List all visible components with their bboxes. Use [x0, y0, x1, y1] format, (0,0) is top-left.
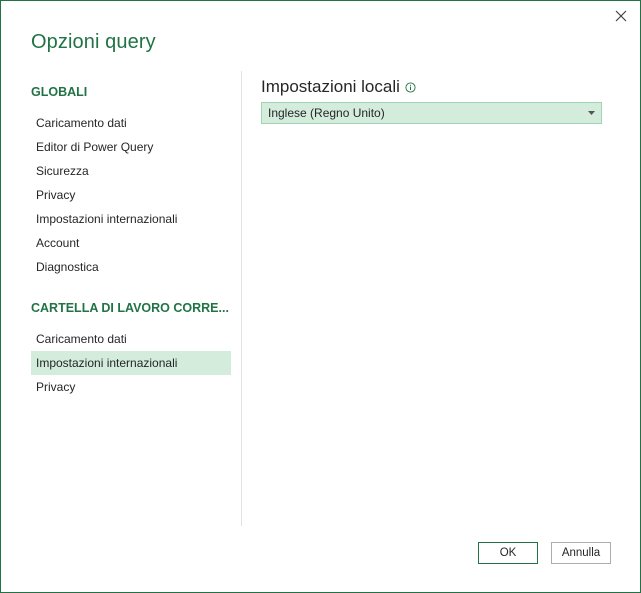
locale-dropdown[interactable]: Inglese (Regno Unito): [261, 102, 602, 124]
sidebar-divider: [241, 71, 242, 526]
sidebar-item-global-account[interactable]: Account: [31, 231, 231, 255]
sidebar-item-global-power-query-editor[interactable]: Editor di Power Query: [31, 135, 231, 159]
close-button[interactable]: [610, 5, 632, 27]
sidebar-item-global-diagnostics[interactable]: Diagnostica: [31, 255, 231, 279]
locale-dropdown-value: Inglese (Regno Unito): [268, 106, 385, 120]
ok-button[interactable]: OK: [478, 542, 538, 564]
close-icon: [615, 10, 627, 22]
section-header-globals: GLOBALI: [31, 85, 88, 99]
query-options-dialog: Opzioni query GLOBALI Caricamento dati E…: [0, 0, 641, 593]
panel-title: Impostazioni locali: [261, 77, 400, 96]
info-icon[interactable]: [405, 81, 416, 93]
section-header-current-workbook: CARTELLA DI LAVORO CORRE...: [31, 301, 229, 315]
sidebar-item-global-privacy[interactable]: Privacy: [31, 183, 231, 207]
chevron-down-icon: [588, 110, 595, 117]
sidebar-item-workbook-privacy[interactable]: Privacy: [31, 375, 231, 399]
cancel-button[interactable]: Annulla: [551, 542, 611, 564]
sidebar-item-global-regional-settings[interactable]: Impostazioni internazionali: [31, 207, 231, 231]
settings-panel: Impostazioni locali Inglese (Regno Unito…: [261, 76, 606, 124]
sidebar-item-global-data-load[interactable]: Caricamento dati: [31, 111, 231, 135]
dialog-title: Opzioni query: [31, 31, 156, 53]
sidebar-item-global-security[interactable]: Sicurezza: [31, 159, 231, 183]
panel-header: Impostazioni locali: [261, 76, 606, 98]
sidebar-item-workbook-regional-settings[interactable]: Impostazioni internazionali: [31, 351, 231, 375]
sidebar-item-workbook-data-load[interactable]: Caricamento dati: [31, 327, 231, 351]
options-sidebar: GLOBALI Caricamento dati Editor di Power…: [31, 81, 231, 399]
